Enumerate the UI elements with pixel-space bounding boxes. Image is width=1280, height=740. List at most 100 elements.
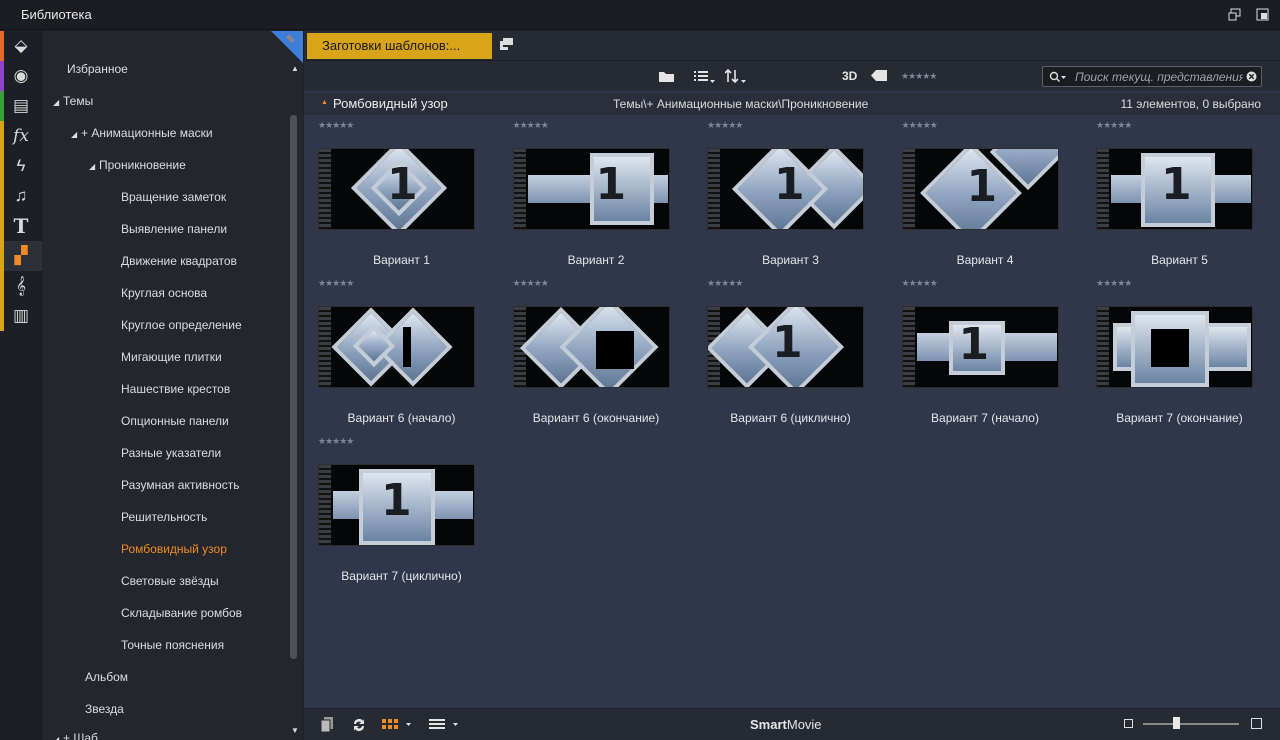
expand-icon[interactable]: ◢ — [89, 162, 99, 171]
template-item[interactable]: ★★★★★ Вариант 6 (окончание) — [499, 275, 694, 433]
template-thumbnail[interactable]: 1 — [707, 148, 864, 230]
tree-star[interactable]: Звезда — [85, 702, 124, 720]
3d-toggle[interactable]: 3D — [842, 69, 857, 83]
template-item[interactable]: ★★★★★ Вариант 7 (окончание) — [1082, 275, 1277, 433]
template-thumbnail[interactable]: 1 — [1096, 148, 1253, 230]
item-rating[interactable]: ★★★★★ — [318, 278, 354, 289]
search-input[interactable] — [1075, 69, 1243, 84]
template-item[interactable]: ★★★★★ 1 Вариант 3 — [693, 117, 888, 275]
item-rating[interactable]: ★★★★★ — [513, 278, 549, 289]
tree-scrollbar[interactable] — [290, 115, 297, 659]
rail-import[interactable]: ⬙ — [0, 31, 42, 61]
clear-search-icon[interactable] — [1246, 71, 1257, 82]
template-item[interactable]: ★★★★★ 1 Вариант 6 (циклично) — [693, 275, 888, 433]
tree-template-item[interactable]: Ромбовидный узор — [121, 542, 227, 560]
item-rating[interactable]: ★★★★★ — [707, 120, 743, 131]
list-view-icon[interactable] — [694, 70, 716, 84]
template-item[interactable]: ★★★★★ 1 Вариант 1 — [304, 117, 499, 275]
template-thumbnail[interactable]: 1 — [512, 148, 670, 230]
tree-template-item[interactable]: Выявление панели — [121, 222, 227, 240]
rail-montage[interactable]: ▞ — [0, 241, 42, 271]
rail-score[interactable]: 𝄞 — [0, 271, 42, 301]
search-box[interactable] — [1042, 66, 1262, 87]
item-rating[interactable]: ★★★★★ — [318, 436, 354, 447]
rail-projects[interactable]: ▤ — [0, 91, 42, 121]
tree-animation-masks[interactable]: ◢ + Анимационные маски — [71, 126, 213, 144]
template-item[interactable]: ★★★★★ 1 Вариант 7 (циклично) — [304, 433, 499, 591]
rail-piano[interactable]: ▥ — [0, 301, 42, 331]
item-rating[interactable]: ★★★★★ — [513, 120, 549, 131]
template-thumbnail[interactable] — [1096, 306, 1253, 388]
grid-view-icon[interactable] — [382, 719, 412, 731]
expand-icon[interactable]: ◢ — [53, 735, 63, 740]
template-item[interactable]: ★★★★★ 1 Вариант 4 — [888, 117, 1083, 275]
tree-album[interactable]: Альбом — [85, 670, 128, 688]
template-thumbnail[interactable]: 1 — [318, 148, 475, 230]
sync-icon[interactable] — [351, 717, 367, 733]
rail-title[interactable]: T — [0, 211, 42, 241]
tree-template-item[interactable]: Вращение заметок — [121, 190, 226, 208]
item-rating[interactable]: ★★★★★ — [707, 278, 743, 289]
item-rating[interactable]: ★★★★★ — [1096, 278, 1132, 289]
tree-template-item[interactable]: Разумная активность — [121, 478, 239, 496]
restore-icon[interactable] — [1256, 8, 1269, 21]
details-view-icon[interactable] — [429, 719, 461, 731]
expand-icon[interactable]: ◢ — [53, 98, 63, 107]
tree-template-item[interactable]: Разные указатели — [121, 446, 221, 464]
title-icon: T — [13, 214, 29, 238]
rail-music[interactable]: ♫ — [0, 181, 42, 211]
toolbar: 3D ★★★★★ — [304, 60, 1280, 91]
template-thumbnail[interactable]: 1 — [318, 464, 475, 546]
template-thumbnail[interactable] — [512, 306, 670, 388]
rating-filter[interactable]: ★★★★★ — [901, 71, 937, 82]
tree-template-item[interactable]: Складывание ромбов — [121, 606, 242, 624]
item-rating[interactable]: ★★★★★ — [902, 120, 938, 131]
rail-transitions[interactable]: ϟ — [0, 151, 42, 181]
zoom-large-icon[interactable] — [1251, 718, 1262, 729]
expand-icon[interactable]: ◢ — [71, 130, 81, 139]
zoom-small-icon[interactable] — [1124, 719, 1133, 728]
template-item[interactable]: ★★★★★ Вариант 6 (начало) — [304, 275, 499, 433]
tree-template-item[interactable]: Движение квадратов — [121, 254, 237, 272]
zoom-slider-track[interactable] — [1143, 723, 1239, 725]
tree-template-item[interactable]: Нашествие крестов — [121, 382, 230, 400]
tree-template-item[interactable]: Круглая основа — [121, 286, 207, 304]
scroll-down-icon[interactable]: ▼ — [291, 726, 299, 735]
undock-icon[interactable] — [1228, 8, 1241, 21]
scroll-up-icon[interactable]: ▲ — [291, 64, 299, 73]
tab-templates[interactable]: Заготовки шаблонов:... — [307, 33, 492, 59]
template-thumbnail[interactable]: 1 — [707, 306, 864, 388]
rail-color-bar — [0, 301, 4, 331]
rail-effects[interactable]: fx — [0, 121, 42, 151]
tree-penetration[interactable]: ◢ Проникновение — [89, 158, 186, 176]
item-rating[interactable]: ★★★★★ — [318, 120, 354, 131]
tree-template-item[interactable]: Круглое определение — [121, 318, 242, 336]
item-rating[interactable]: ★★★★★ — [902, 278, 938, 289]
template-item[interactable]: ★★★★★ 1 Вариант 7 (начало) — [888, 275, 1083, 433]
zoom-slider-knob[interactable] — [1173, 717, 1180, 729]
smartmovie-button[interactable]: SmartMovie — [750, 717, 822, 732]
template-item[interactable]: ★★★★★ 1 Вариант 2 — [499, 117, 694, 275]
pin-icon[interactable]: ✎ — [286, 33, 295, 46]
tree-template-item[interactable]: Точные пояснения — [121, 638, 224, 656]
collapse-icon[interactable]: ▲ — [321, 99, 328, 106]
template-thumbnail[interactable]: 1 — [901, 148, 1059, 230]
item-rating[interactable]: ★★★★★ — [1096, 120, 1132, 131]
tree-favorites[interactable]: Избранное — [67, 62, 128, 80]
tree-themes[interactable]: ◢ Темы — [53, 94, 93, 112]
tree-templates[interactable]: ◢ + Шаб — [53, 731, 98, 740]
tree-template-item[interactable]: Решительность — [121, 510, 207, 528]
new-tab-icon[interactable] — [499, 37, 515, 51]
tag-icon[interactable] — [871, 70, 887, 81]
tree-template-item[interactable]: Световые звёзды — [121, 574, 219, 592]
folder-icon[interactable] — [658, 70, 675, 83]
template-thumbnail[interactable] — [318, 306, 475, 388]
search-icon[interactable] — [1049, 71, 1067, 83]
template-thumbnail[interactable]: 1 — [901, 306, 1059, 388]
rail-film-reel[interactable]: ◉ — [0, 61, 42, 91]
tree-template-item[interactable]: Мигающие плитки — [121, 350, 222, 368]
copy-icon[interactable] — [320, 717, 334, 733]
template-item[interactable]: ★★★★★ 1 Вариант 5 — [1082, 117, 1277, 275]
tree-template-item[interactable]: Опционные панели — [121, 414, 229, 432]
sort-icon[interactable] — [725, 69, 747, 84]
